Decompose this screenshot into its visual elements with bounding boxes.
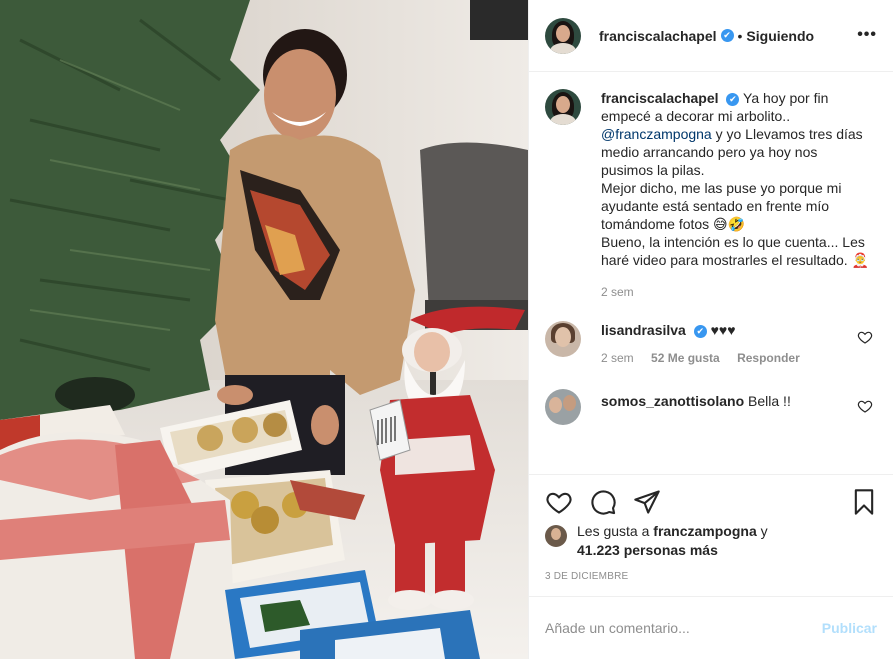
post-date[interactable]: 3 DE DICIEMBRE: [545, 571, 628, 582]
separator-dot: •: [737, 27, 743, 44]
caption-meta: 2 sem: [601, 283, 871, 301]
comment-body: ♥♥♥: [710, 322, 736, 338]
caption-time[interactable]: 2 sem: [601, 285, 634, 299]
post-header: franciscalachapel ✔ • Siguiendo •••: [529, 0, 893, 72]
caption-avatar[interactable]: [545, 89, 581, 125]
comment-item: lisandrasilva ✔ ♥♥♥ 2 sem 52 Me gusta Re…: [545, 321, 877, 367]
comment-username[interactable]: lisandrasilva: [601, 322, 686, 338]
like-comment-icon[interactable]: [857, 398, 873, 414]
caption-text: franciscalachapel ✔ Ya hoy por fin empec…: [601, 89, 871, 301]
comment-icon[interactable]: [589, 488, 617, 516]
comment-likes[interactable]: 52 Me gusta: [651, 351, 720, 365]
post-photo-image: [0, 0, 528, 659]
comment-time[interactable]: 2 sem: [601, 351, 634, 365]
mention-link[interactable]: @franczampogna: [601, 126, 712, 142]
more-options-icon[interactable]: •••: [857, 26, 877, 44]
liker-username[interactable]: franczampogna: [653, 523, 756, 539]
likes-conj: y: [760, 523, 768, 539]
verified-badge-icon: ✔: [693, 324, 707, 338]
add-comment-bar: Publicar: [529, 596, 893, 659]
liker-avatar[interactable]: [545, 525, 567, 547]
publish-button[interactable]: Publicar: [822, 620, 877, 636]
caption-username[interactable]: franciscalachapel: [601, 90, 719, 106]
like-comment-icon[interactable]: [857, 329, 873, 345]
comment-item: somos_zanottisolano Bella !!: [545, 389, 877, 425]
commenter-avatar[interactable]: [545, 389, 581, 425]
likes-prefix: Les gusta a: [577, 523, 650, 539]
verified-badge-icon: ✔: [726, 92, 740, 106]
likes-text: Les gusta a franczampogna y 41.223 perso…: [577, 522, 768, 560]
author-username[interactable]: franciscalachapel: [599, 28, 717, 44]
reply-button[interactable]: Responder: [737, 351, 800, 365]
caption-line-3: Mejor dicho, me las puse yo porque mi ay…: [601, 180, 842, 232]
comment-meta: 2 sem 52 Me gusta Responder: [601, 349, 871, 367]
caption-line-4: Bueno, la intención es lo que cuenta... …: [601, 234, 870, 268]
post-modal: franciscalachapel ✔ • Siguiendo ••• fran…: [0, 0, 893, 659]
comment-text: somos_zanottisolano Bella !!: [601, 389, 871, 425]
likes-count[interactable]: 41.223 personas más: [577, 542, 718, 558]
verified-badge-icon: ✔: [720, 29, 734, 42]
following-button[interactable]: Siguiendo: [746, 28, 814, 44]
like-icon[interactable]: [545, 488, 573, 516]
post-sidebar: franciscalachapel ✔ • Siguiendo ••• fran…: [528, 0, 893, 659]
comment-input[interactable]: [545, 620, 822, 636]
commenter-avatar[interactable]: [545, 321, 581, 357]
caption: franciscalachapel ✔ Ya hoy por fin empec…: [545, 89, 877, 301]
comments-list[interactable]: franciscalachapel ✔ Ya hoy por fin empec…: [529, 73, 893, 473]
comment-body: Bella !!: [748, 393, 791, 409]
post-photo[interactable]: [0, 0, 528, 659]
comment-username[interactable]: somos_zanottisolano: [601, 393, 744, 409]
likes-summary: Les gusta a franczampogna y 41.223 perso…: [545, 522, 877, 560]
save-bookmark-icon[interactable]: [850, 488, 878, 516]
comment-text: lisandrasilva ✔ ♥♥♥ 2 sem 52 Me gusta Re…: [601, 321, 871, 367]
author-avatar[interactable]: [545, 17, 581, 54]
share-icon[interactable]: [633, 488, 661, 516]
